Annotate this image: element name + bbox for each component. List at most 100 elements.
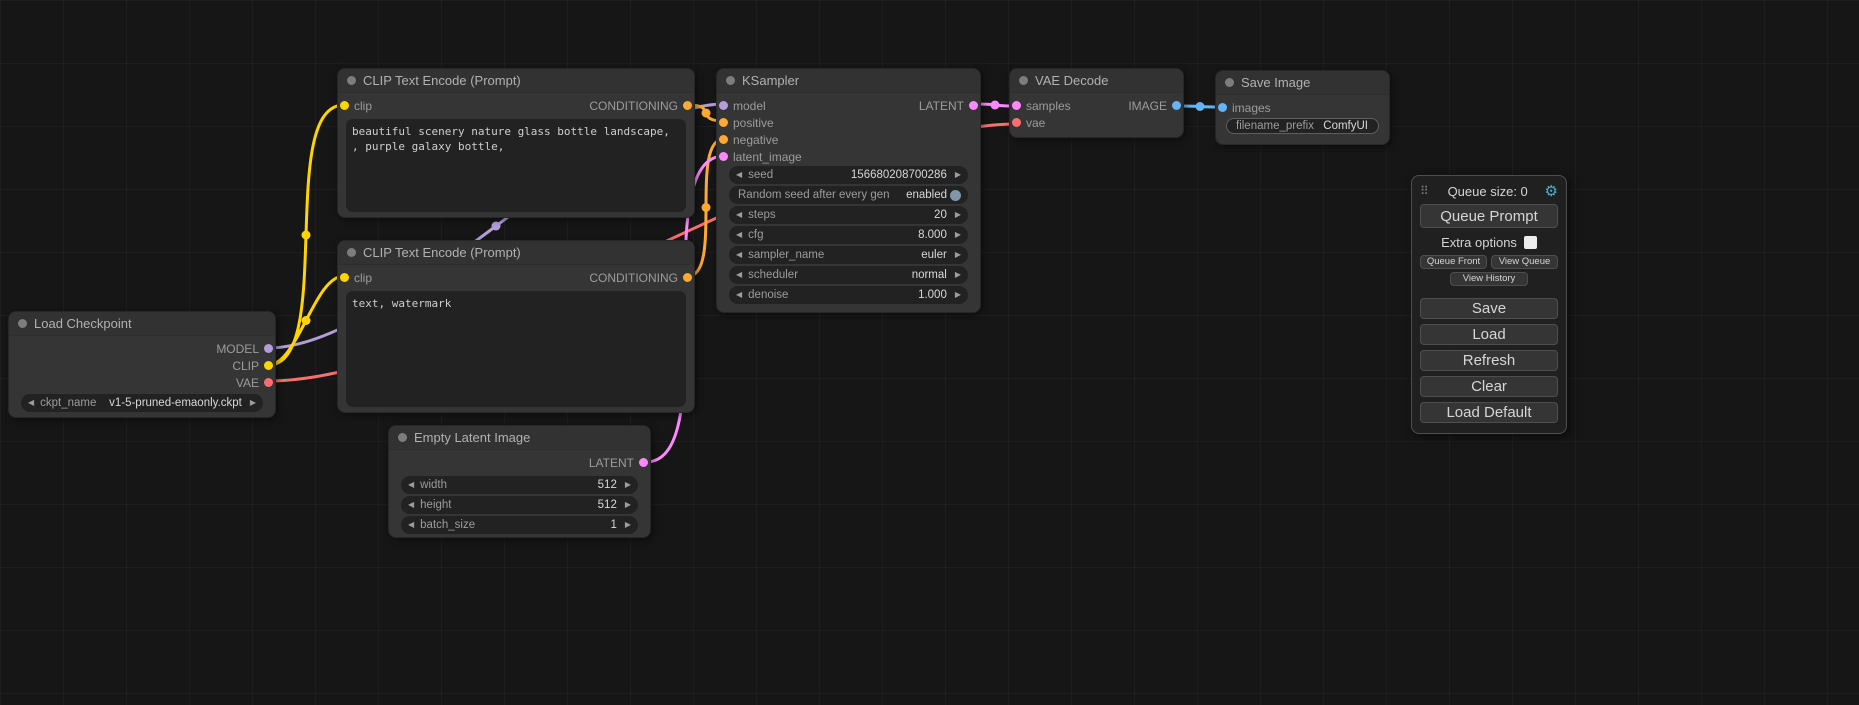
decrement-arrow-icon[interactable]: ◀ [736, 291, 742, 299]
widget-denoise[interactable]: ◀ denoise 1.000 ▶ [729, 286, 968, 304]
slot-dot-latent[interactable] [969, 101, 978, 110]
decrement-arrow-icon[interactable]: ◀ [408, 481, 414, 489]
node-clip-text-encode-positive[interactable]: CLIP Text Encode (Prompt) clip CONDITION… [337, 68, 695, 218]
slot-dot-samples[interactable] [1012, 101, 1021, 110]
save-button[interactable]: Save [1420, 298, 1558, 319]
increment-arrow-icon[interactable]: ▶ [955, 271, 961, 279]
decrement-arrow-icon[interactable]: ◀ [736, 251, 742, 259]
slot-dot-images[interactable] [1218, 103, 1227, 112]
increment-arrow-icon[interactable]: ▶ [625, 521, 631, 529]
decrement-arrow-icon[interactable]: ◀ [408, 501, 414, 509]
increment-arrow-icon[interactable]: ▶ [955, 171, 961, 179]
slot-row: clip CONDITIONING [338, 97, 694, 114]
drag-handle-icon[interactable]: ⠿ [1420, 184, 1429, 198]
widget-random-seed[interactable]: Random seed after every gen enabled [729, 186, 968, 204]
collapse-dot-icon[interactable] [347, 76, 356, 85]
decrement-arrow-icon[interactable]: ◀ [408, 521, 414, 529]
slot-row: negative [717, 131, 980, 148]
slot-dot-vae[interactable] [1012, 118, 1021, 127]
slot-dot-latent[interactable] [719, 152, 728, 161]
widget-value: enabled [906, 189, 947, 201]
prompt-textarea[interactable]: beautiful scenery nature glass bottle la… [346, 119, 686, 212]
widget-scheduler[interactable]: ◀ scheduler normal ▶ [729, 266, 968, 284]
decrement-arrow-icon[interactable]: ◀ [736, 271, 742, 279]
queue-prompt-button[interactable]: Queue Prompt [1420, 204, 1558, 228]
slot-dot-latent[interactable] [639, 458, 648, 467]
slot-dot-vae[interactable] [264, 378, 273, 387]
node-title-bar[interactable]: CLIP Text Encode (Prompt) [338, 69, 694, 93]
node-title-bar[interactable]: Save Image [1216, 71, 1389, 95]
slot-dot-clip[interactable] [340, 273, 349, 282]
node-empty-latent-image[interactable]: Empty Latent Image LATENT ◀ width 512 ▶ … [388, 425, 651, 538]
load-button[interactable]: Load [1420, 324, 1558, 345]
decrement-arrow-icon[interactable]: ◀ [736, 231, 742, 239]
slot-dot-image[interactable] [1172, 101, 1181, 110]
refresh-button[interactable]: Refresh [1420, 350, 1558, 371]
load-default-button[interactable]: Load Default [1420, 402, 1558, 423]
node-save-image[interactable]: Save Image images filename_prefix ComfyU… [1215, 70, 1390, 145]
view-queue-button[interactable]: View Queue [1491, 255, 1558, 269]
node-title-bar[interactable]: Load Checkpoint [9, 312, 275, 336]
extra-options-checkbox[interactable] [1524, 236, 1537, 249]
increment-arrow-icon[interactable]: ▶ [625, 481, 631, 489]
widget-value: 512 [598, 479, 617, 491]
node-title: KSampler [742, 73, 799, 88]
widget-sampler-name[interactable]: ◀ sampler_name euler ▶ [729, 246, 968, 264]
slot-dot-clip[interactable] [264, 361, 273, 370]
output-row: MODEL [9, 340, 275, 357]
increment-arrow-icon[interactable]: ▶ [955, 251, 961, 259]
output-label: CLIP [232, 359, 259, 373]
collapse-dot-icon[interactable] [1225, 78, 1234, 87]
widget-filename-prefix[interactable]: filename_prefix ComfyUI [1226, 118, 1379, 134]
slot-dot-model[interactable] [719, 101, 728, 110]
prompt-textarea[interactable]: text, watermark [346, 291, 686, 407]
collapse-dot-icon[interactable] [347, 248, 356, 257]
widget-height[interactable]: ◀ height 512 ▶ [401, 496, 638, 514]
widget-label: steps [748, 209, 776, 221]
node-title-bar[interactable]: VAE Decode [1010, 69, 1183, 93]
slot-dot-conditioning[interactable] [683, 273, 692, 282]
slot-dot-conditioning[interactable] [683, 101, 692, 110]
node-vae-decode[interactable]: VAE Decode samples IMAGE vae [1009, 68, 1184, 138]
widget-batch-size[interactable]: ◀ batch_size 1 ▶ [401, 516, 638, 534]
widget-steps[interactable]: ◀ steps 20 ▶ [729, 206, 968, 224]
decrement-arrow-icon[interactable]: ◀ [28, 399, 34, 407]
node-title-bar[interactable]: KSampler [717, 69, 980, 93]
widget-value: v1-5-pruned-emaonly.ckpt [109, 397, 242, 409]
slot-dot-model[interactable] [264, 344, 273, 353]
node-ksampler[interactable]: KSampler model LATENT positive negative … [716, 68, 981, 313]
increment-arrow-icon[interactable]: ▶ [955, 231, 961, 239]
node-title: Empty Latent Image [414, 430, 530, 445]
collapse-dot-icon[interactable] [726, 76, 735, 85]
widget-value: 156680208700286 [851, 169, 947, 181]
widget-cfg[interactable]: ◀ cfg 8.000 ▶ [729, 226, 968, 244]
slot-dot-conditioning[interactable] [719, 118, 728, 127]
node-title-bar[interactable]: Empty Latent Image [389, 426, 650, 450]
increment-arrow-icon[interactable]: ▶ [250, 399, 256, 407]
node-load-checkpoint[interactable]: Load Checkpoint MODEL CLIP VAE ◀ ckpt_na… [8, 311, 276, 418]
decrement-arrow-icon[interactable]: ◀ [736, 211, 742, 219]
widget-seed[interactable]: ◀ seed 156680208700286 ▶ [729, 166, 968, 184]
collapse-dot-icon[interactable] [18, 319, 27, 328]
increment-arrow-icon[interactable]: ▶ [955, 291, 961, 299]
slot-dot-clip[interactable] [340, 101, 349, 110]
slot-row: clip CONDITIONING [338, 269, 694, 286]
collapse-dot-icon[interactable] [1019, 76, 1028, 85]
slot-row: model LATENT [717, 97, 980, 114]
increment-arrow-icon[interactable]: ▶ [625, 501, 631, 509]
clear-button[interactable]: Clear [1420, 376, 1558, 397]
slot-dot-conditioning[interactable] [719, 135, 728, 144]
node-clip-text-encode-negative[interactable]: CLIP Text Encode (Prompt) clip CONDITION… [337, 240, 695, 413]
graph-canvas[interactable]: Load Checkpoint MODEL CLIP VAE ◀ ckpt_na… [0, 0, 1859, 705]
decrement-arrow-icon[interactable]: ◀ [736, 171, 742, 179]
settings-gear-icon[interactable]: ⚙ [1545, 184, 1558, 199]
toggle-knob-icon[interactable] [950, 190, 961, 201]
queue-front-button[interactable]: Queue Front [1420, 255, 1487, 269]
widget-width[interactable]: ◀ width 512 ▶ [401, 476, 638, 494]
slot-row: latent_image [717, 148, 980, 165]
collapse-dot-icon[interactable] [398, 433, 407, 442]
increment-arrow-icon[interactable]: ▶ [955, 211, 961, 219]
widget-ckpt-name[interactable]: ◀ ckpt_name v1-5-pruned-emaonly.ckpt ▶ [21, 394, 263, 412]
node-title-bar[interactable]: CLIP Text Encode (Prompt) [338, 241, 694, 265]
view-history-button[interactable]: View History [1450, 272, 1528, 286]
